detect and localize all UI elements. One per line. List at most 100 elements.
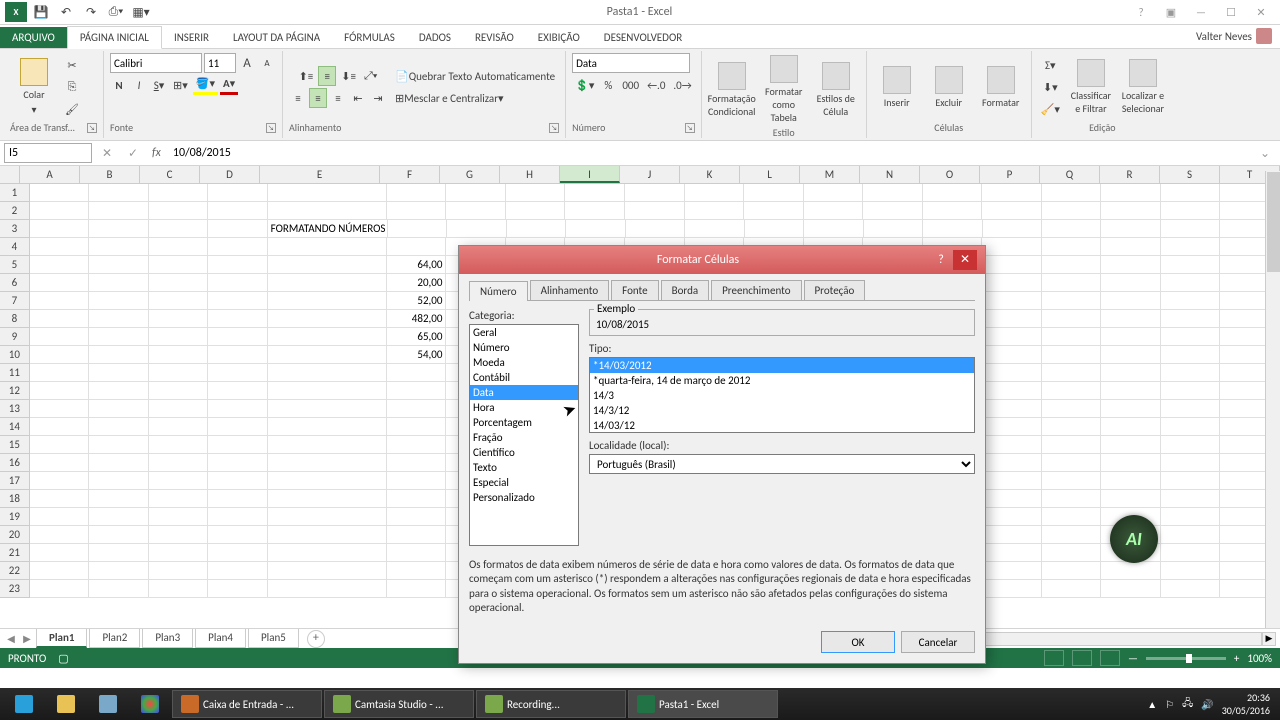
font-name-select[interactable] — [110, 53, 202, 73]
cell-F4[interactable] — [387, 238, 447, 256]
tab-revisao[interactable]: REVISÃO — [463, 27, 526, 48]
align-middle-icon[interactable]: ≡ — [318, 66, 336, 86]
row-header-12[interactable]: 12 — [0, 382, 30, 400]
cell-C20[interactable] — [149, 526, 209, 544]
cell-D9[interactable] — [208, 328, 268, 346]
cell-A17[interactable] — [30, 472, 90, 490]
cell-E14[interactable] — [268, 418, 387, 436]
cell-Q14[interactable] — [1042, 418, 1102, 436]
cell-A3[interactable] — [30, 220, 89, 238]
col-header-I[interactable]: I — [560, 166, 620, 183]
cell-E18[interactable] — [268, 490, 387, 508]
cell-F9[interactable]: 65,00 — [387, 328, 447, 346]
cell-R23[interactable] — [1101, 580, 1161, 598]
cell-M2[interactable] — [804, 202, 864, 220]
cell-D4[interactable] — [208, 238, 268, 256]
category-item[interactable]: Fração — [470, 430, 578, 445]
cell-O3[interactable] — [923, 220, 982, 238]
cell-R9[interactable] — [1101, 328, 1161, 346]
cell-A21[interactable] — [30, 544, 90, 562]
cell-K3[interactable] — [685, 220, 744, 238]
cell-P2[interactable] — [982, 202, 1042, 220]
sheet-tab-plan4[interactable]: Plan4 — [195, 629, 246, 648]
col-header-F[interactable]: F — [380, 166, 440, 183]
cell-R10[interactable] — [1101, 346, 1161, 364]
cell-F1[interactable] — [387, 184, 447, 202]
cell-B14[interactable] — [89, 418, 149, 436]
ok-button[interactable]: OK — [821, 631, 895, 653]
cell-S9[interactable] — [1161, 328, 1221, 346]
cell-P4[interactable] — [982, 238, 1042, 256]
clear-icon[interactable]: 🧹▾ — [1038, 99, 1063, 119]
col-header-B[interactable]: B — [80, 166, 140, 183]
row-header-16[interactable]: 16 — [0, 454, 30, 472]
cell-D10[interactable] — [208, 346, 268, 364]
cell-C22[interactable] — [149, 562, 209, 580]
cell-O2[interactable] — [923, 202, 983, 220]
start-button[interactable] — [4, 690, 44, 718]
row-header-9[interactable]: 9 — [0, 328, 30, 346]
font-color-icon[interactable]: A▾ — [220, 75, 238, 95]
tab-layout[interactable]: LAYOUT DA PÁGINA — [221, 27, 332, 48]
formula-input[interactable] — [169, 143, 1250, 163]
cell-F21[interactable] — [387, 544, 447, 562]
cell-A23[interactable] — [30, 580, 90, 598]
cell-E9[interactable] — [268, 328, 387, 346]
col-header-E[interactable]: E — [260, 166, 380, 183]
tab-desenvolvedor[interactable]: DESENVOLVEDOR — [592, 27, 694, 48]
cell-P20[interactable] — [982, 526, 1042, 544]
cell-Q23[interactable] — [1042, 580, 1102, 598]
bold-button[interactable]: N — [110, 75, 128, 95]
cell-C6[interactable] — [149, 274, 209, 292]
system-tray[interactable]: ▲ ⚐ 🖧 🔊 20:36 30/05/2016 — [1147, 691, 1276, 717]
cancel-button[interactable]: Cancelar — [901, 631, 975, 653]
cell-P5[interactable] — [982, 256, 1042, 274]
cell-B10[interactable] — [89, 346, 149, 364]
cell-E22[interactable] — [268, 562, 387, 580]
dec-decimal-icon[interactable]: .0→ — [670, 75, 694, 95]
cell-Q3[interactable] — [1042, 220, 1101, 238]
cell-D6[interactable] — [208, 274, 268, 292]
paste-button[interactable]: Colar▾ — [10, 56, 58, 118]
cell-D17[interactable] — [208, 472, 268, 490]
cell-R3[interactable] — [1101, 220, 1160, 238]
cell-R16[interactable] — [1101, 454, 1161, 472]
row-header-11[interactable]: 11 — [0, 364, 30, 382]
orientation-icon[interactable]: ⤢▾ — [361, 66, 380, 86]
cell-B17[interactable] — [89, 472, 149, 490]
col-header-N[interactable]: N — [860, 166, 920, 183]
col-header-M[interactable]: M — [800, 166, 860, 183]
taskbar-chrome-icon[interactable] — [130, 690, 170, 718]
cell-J3[interactable] — [626, 220, 685, 238]
cell-A4[interactable] — [30, 238, 90, 256]
cell-D19[interactable] — [208, 508, 268, 526]
cell-S8[interactable] — [1161, 310, 1221, 328]
cell-Q15[interactable] — [1042, 436, 1102, 454]
dialog-tab-fonte[interactable]: Fonte — [611, 280, 658, 300]
sheet-nav-next[interactable]: ▶ — [20, 632, 34, 645]
cell-B9[interactable] — [89, 328, 149, 346]
clipboard-launcher[interactable] — [87, 123, 97, 133]
cell-P19[interactable] — [982, 508, 1042, 526]
font-launcher[interactable] — [266, 123, 276, 133]
cell-P13[interactable] — [982, 400, 1042, 418]
col-header-K[interactable]: K — [680, 166, 740, 183]
category-item[interactable]: Geral — [470, 325, 578, 340]
cell-E21[interactable] — [268, 544, 387, 562]
cell-S17[interactable] — [1161, 472, 1221, 490]
cell-C1[interactable] — [149, 184, 209, 202]
col-header-J[interactable]: J — [620, 166, 680, 183]
cell-A9[interactable] — [30, 328, 90, 346]
row-header-18[interactable]: 18 — [0, 490, 30, 508]
localidade-select[interactable]: Português (Brasil) — [589, 454, 975, 474]
tipo-item[interactable]: 14/3 — [590, 388, 974, 403]
sheet-tab-plan5[interactable]: Plan5 — [248, 629, 299, 648]
cell-L3[interactable] — [745, 220, 804, 238]
cell-R11[interactable] — [1101, 364, 1161, 382]
row-header-21[interactable]: 21 — [0, 544, 30, 562]
cell-Q19[interactable] — [1042, 508, 1102, 526]
cell-S2[interactable] — [1161, 202, 1221, 220]
cell-D21[interactable] — [208, 544, 268, 562]
ribbon-opts-icon[interactable]: ▣ — [1157, 3, 1185, 21]
category-listbox[interactable]: GeralNúmeroMoedaContábilDataHoraPorcenta… — [469, 324, 579, 546]
